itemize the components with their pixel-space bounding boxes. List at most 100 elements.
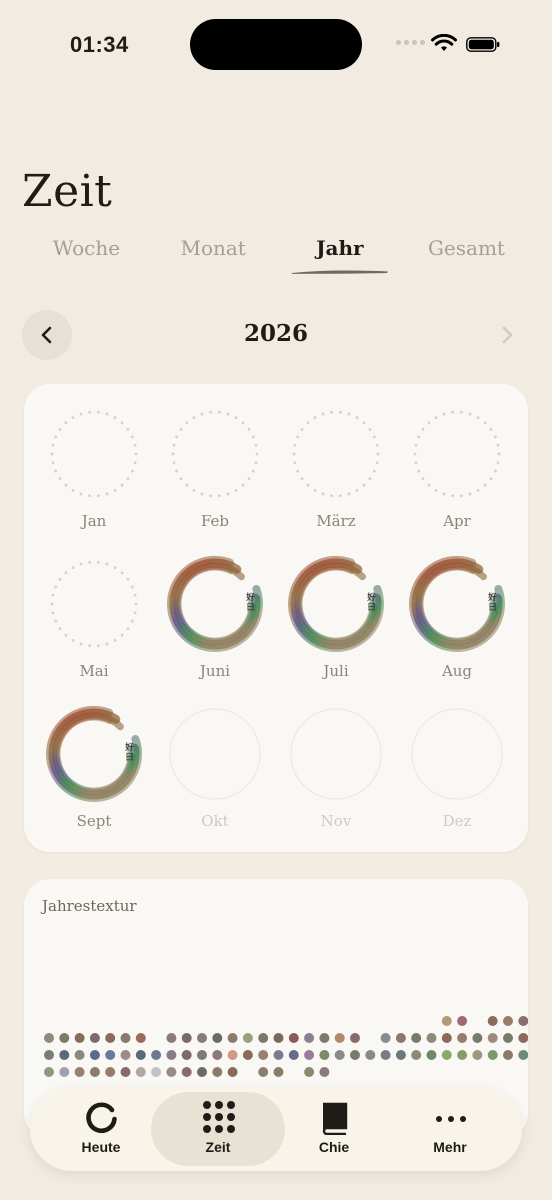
nav-zeit-label: Zeit xyxy=(205,1139,231,1155)
texture-day-dot xyxy=(44,1050,54,1060)
page-title: Zeit xyxy=(22,166,113,217)
texture-day-dot xyxy=(457,1016,468,1026)
tab-monat[interactable]: Monat xyxy=(151,236,276,276)
texture-day-dot xyxy=(304,1050,315,1060)
texture-day-dot xyxy=(197,1033,207,1043)
texture-day-dot xyxy=(441,1033,452,1043)
good-day-badge: 好日 xyxy=(246,593,256,613)
texture-day-dot xyxy=(503,1050,513,1060)
nav-mehr[interactable]: Mehr xyxy=(390,1087,510,1171)
nav-zeit[interactable]: Zeit xyxy=(158,1087,278,1171)
tab-gesamt[interactable]: Gesamt xyxy=(404,236,529,276)
enso-icon xyxy=(86,1102,117,1134)
active-tab-brush-underline xyxy=(291,270,388,274)
nav-heute-label: Heute xyxy=(81,1139,121,1155)
month-6[interactable]: 好日 Juni xyxy=(155,534,275,684)
texture-day-dot xyxy=(487,1016,498,1026)
year-months-card: Jan Feb März Apr Mai 好日 Juni 好日 Juli 好日 Aug 好日 Sept O… xyxy=(24,384,528,852)
chevron-left-icon xyxy=(41,326,52,344)
texture-day-dot xyxy=(334,1050,345,1060)
month-label: Nov xyxy=(320,812,352,830)
texture-day-dot xyxy=(334,1033,345,1043)
texture-day-dot xyxy=(212,1067,223,1077)
texture-day-dot xyxy=(319,1067,330,1077)
texture-day-dot xyxy=(197,1050,207,1060)
texture-day-dot xyxy=(457,1033,468,1043)
month-label: Dez xyxy=(442,812,472,830)
month-1[interactable]: Jan xyxy=(34,384,154,534)
texture-day-dot xyxy=(319,1050,330,1060)
texture-day-dot xyxy=(258,1050,269,1060)
dotted-ring xyxy=(171,410,259,498)
texture-day-dot xyxy=(273,1067,284,1077)
month-label: Feb xyxy=(200,512,230,530)
month-10: Okt xyxy=(155,684,275,834)
chevron-right-icon xyxy=(502,326,513,344)
status-time: 01:34 xyxy=(70,32,129,57)
nav-chie[interactable]: Chie xyxy=(274,1087,394,1171)
month-label: Sept xyxy=(76,812,112,830)
month-5[interactable]: Mai xyxy=(34,534,154,684)
month-11: Nov xyxy=(276,684,396,834)
texture-day-dot xyxy=(288,1033,299,1043)
texture-day-dot xyxy=(181,1067,192,1077)
nav-heute[interactable]: Heute xyxy=(41,1087,161,1171)
texture-day-dot xyxy=(44,1033,54,1043)
signal-icon xyxy=(396,40,425,45)
time-range-tabs: Woche Monat Jahr Gesamt xyxy=(24,236,529,276)
tab-woche[interactable]: Woche xyxy=(24,236,149,276)
texture-day-dot xyxy=(380,1050,391,1060)
faint-ring xyxy=(169,708,261,800)
month-9[interactable]: 好日 Sept xyxy=(34,684,154,834)
battery-icon xyxy=(466,37,500,52)
month-label: Jan xyxy=(81,512,107,530)
month-2[interactable]: Feb xyxy=(155,384,275,534)
texture-day-dot xyxy=(395,1050,406,1060)
texture-day-dot xyxy=(319,1033,330,1043)
texture-day-dot xyxy=(258,1033,269,1043)
texture-day-dot xyxy=(197,1067,207,1077)
texture-day-dot xyxy=(227,1050,238,1060)
month-7[interactable]: 好日 Juli xyxy=(276,534,396,684)
texture-day-dot xyxy=(472,1033,483,1043)
dotted-ring xyxy=(292,410,380,498)
texture-day-dot xyxy=(518,1033,528,1043)
texture-day-dot xyxy=(487,1033,498,1043)
month-label: Juli xyxy=(323,662,349,680)
texture-day-dot xyxy=(120,1033,131,1043)
texture-day-dot xyxy=(181,1033,192,1043)
texture-day-dot xyxy=(411,1050,422,1060)
texture-day-dot xyxy=(59,1050,70,1060)
good-day-badge: 好日 xyxy=(125,743,135,763)
texture-day-dot xyxy=(105,1050,116,1060)
texture-day-dot xyxy=(212,1033,223,1043)
month-3[interactable]: März xyxy=(276,384,396,534)
more-icon xyxy=(436,1116,466,1122)
texture-day-dot xyxy=(135,1050,146,1060)
dotted-ring xyxy=(413,410,501,498)
good-day-badge: 好日 xyxy=(488,593,498,613)
texture-day-dot xyxy=(212,1050,223,1060)
month-label: Okt xyxy=(201,812,229,830)
texture-day-dot xyxy=(365,1050,376,1060)
next-year-button[interactable] xyxy=(490,318,524,352)
texture-day-dot xyxy=(227,1033,238,1043)
month-12: Dez xyxy=(397,684,517,834)
texture-day-dot xyxy=(441,1050,452,1060)
wifi-icon xyxy=(431,34,457,51)
month-8[interactable]: 好日 Aug xyxy=(397,534,517,684)
texture-day-dot xyxy=(304,1067,315,1077)
texture-day-dot xyxy=(105,1067,116,1077)
faint-ring xyxy=(290,708,382,800)
texture-day-dot xyxy=(258,1067,269,1077)
texture-day-dot xyxy=(166,1067,177,1077)
previous-year-button[interactable] xyxy=(22,310,72,360)
texture-day-dot xyxy=(518,1050,528,1060)
good-day-badge: 好日 xyxy=(367,593,377,613)
current-year: 2026 xyxy=(243,320,308,347)
texture-day-dot xyxy=(181,1050,192,1060)
faint-ring xyxy=(411,708,503,800)
texture-day-dot xyxy=(74,1067,85,1077)
month-4[interactable]: Apr xyxy=(397,384,517,534)
texture-day-dot xyxy=(457,1050,468,1060)
